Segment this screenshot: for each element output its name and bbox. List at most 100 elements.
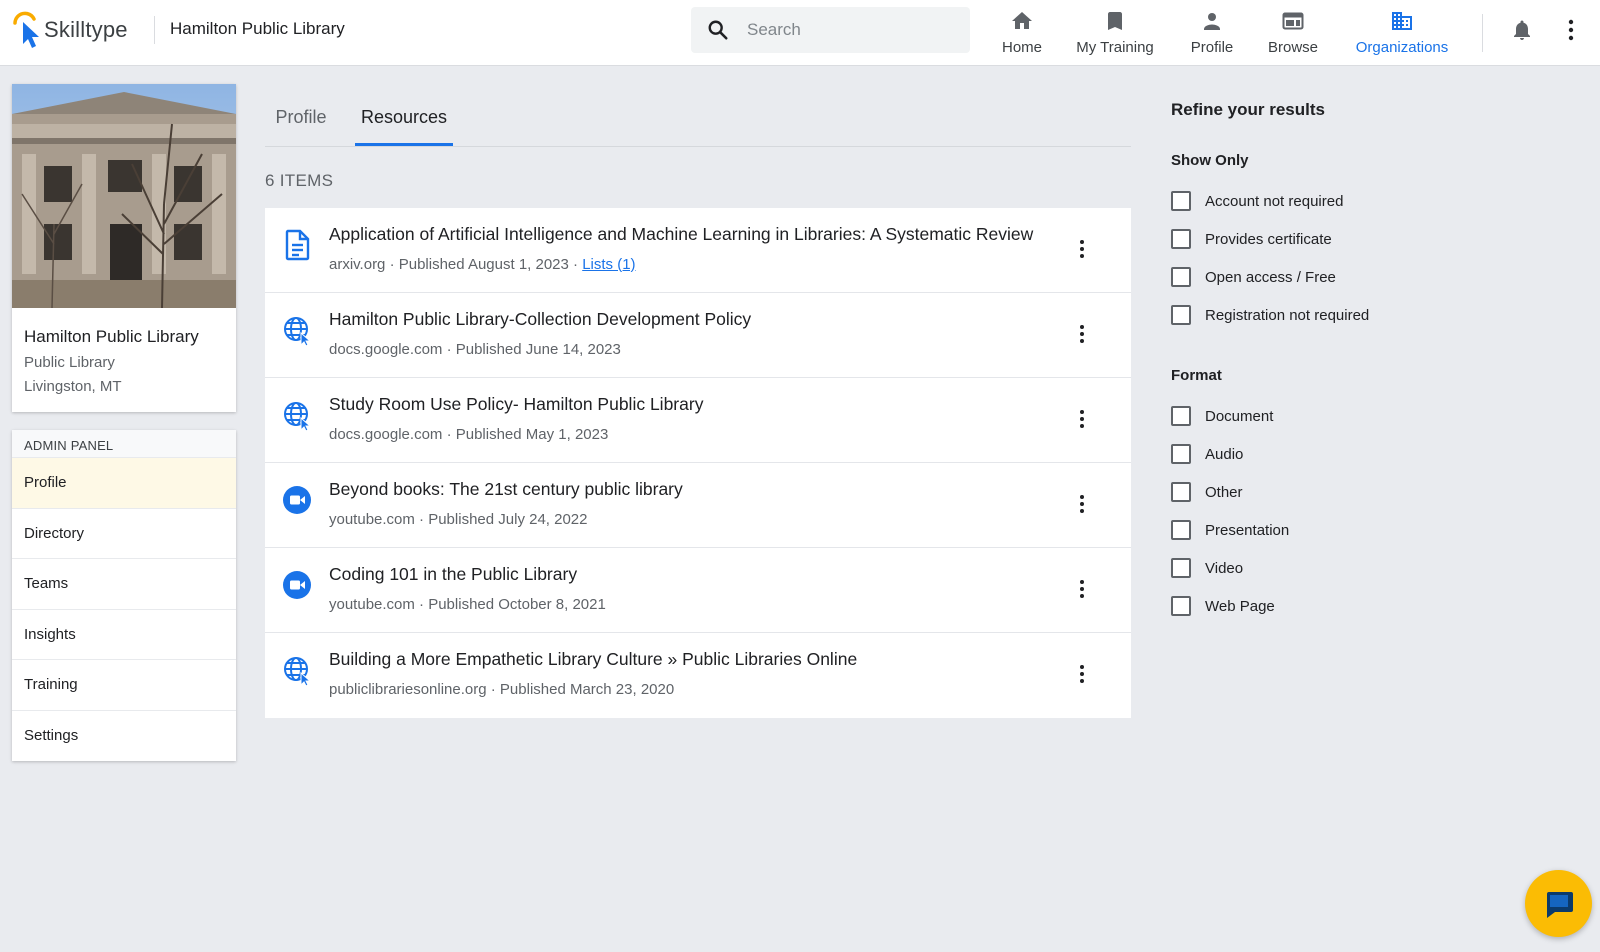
filter-format-other[interactable]: Other [1171, 481, 1243, 503]
search-box[interactable] [691, 7, 970, 53]
nav-home-label: Home [1001, 39, 1042, 56]
top-bar: Skilltype Hamilton Public Library Home M… [0, 0, 1600, 66]
notifications-bell-icon[interactable] [1510, 18, 1534, 42]
filter-format-web-page[interactable]: Web Page [1171, 595, 1275, 617]
chat-button[interactable] [1525, 870, 1592, 937]
checkbox[interactable] [1171, 558, 1191, 578]
admin-item-teams[interactable]: Teams [12, 559, 236, 610]
checkbox[interactable] [1171, 482, 1191, 502]
lists-link[interactable]: Lists (1) [582, 256, 635, 273]
filter-format-audio[interactable]: Audio [1171, 443, 1243, 465]
more-options-icon[interactable] [1566, 18, 1576, 42]
checkbox[interactable] [1171, 305, 1191, 325]
resource-title[interactable]: Building a More Empathetic Library Cultu… [329, 649, 857, 670]
video-icon [283, 486, 311, 514]
checkbox[interactable] [1171, 520, 1191, 540]
skilltype-logo-icon [12, 10, 42, 50]
nav-profile-label: Profile [1190, 39, 1234, 56]
filter-label: Web Page [1205, 597, 1275, 615]
admin-item-insights[interactable]: Insights [12, 610, 236, 660]
content-tabs: Profile Resources [265, 88, 1131, 147]
filter-account-not-required[interactable]: Account not required [1171, 190, 1343, 212]
filter-label: Provides certificate [1205, 230, 1332, 248]
web-page-icon [284, 657, 311, 686]
active-tab-indicator [355, 143, 453, 146]
filter-format-video[interactable]: Video [1171, 557, 1243, 579]
more-options-icon[interactable] [1078, 663, 1086, 685]
resource-item[interactable]: Study Room Use Policy- Hamilton Public L… [265, 378, 1131, 463]
filter-label: Account not required [1205, 192, 1344, 210]
resource-title[interactable]: Application of Artificial Intelligence a… [329, 224, 1033, 245]
resource-item[interactable]: Hamilton Public Library-Collection Devel… [265, 293, 1131, 378]
admin-item-profile[interactable]: Profile [12, 458, 236, 509]
filter-label: Open access / Free [1205, 268, 1336, 286]
resource-source-date: arxiv.org · Published August 1, 2023 · [329, 256, 583, 273]
nav-organizations-label: Organizations [1355, 39, 1449, 56]
checkbox[interactable] [1171, 596, 1191, 616]
admin-panel: ADMIN PANEL Profile Directory Teams Insi… [12, 430, 236, 761]
brand-name: Skilltype [44, 17, 128, 42]
filter-registration-not-required[interactable]: Registration not required [1171, 304, 1369, 326]
format-heading: Format [1171, 367, 1222, 384]
admin-item-training[interactable]: Training [12, 660, 236, 711]
admin-item-settings[interactable]: Settings [12, 711, 236, 762]
resource-item[interactable]: Coding 101 in the Public Library youtube… [265, 548, 1131, 633]
results-count: 6 ITEMS [265, 171, 334, 190]
checkbox[interactable] [1171, 229, 1191, 249]
search-icon [708, 20, 728, 40]
more-options-icon[interactable] [1078, 238, 1086, 260]
resource-meta: youtube.com · Published July 24, 2022 [329, 511, 588, 528]
browse-icon [1282, 12, 1304, 30]
more-options-icon[interactable] [1078, 323, 1086, 345]
more-options-icon[interactable] [1078, 493, 1086, 515]
nav-my-training[interactable]: My Training [1070, 7, 1160, 59]
nav-profile[interactable]: Profile [1186, 7, 1238, 59]
admin-item-directory[interactable]: Directory [12, 509, 236, 559]
more-options-icon[interactable] [1078, 408, 1086, 430]
resource-item[interactable]: Application of Artificial Intelligence a… [265, 208, 1131, 293]
more-options-icon[interactable] [1078, 578, 1086, 600]
organization-icon [1392, 12, 1412, 30]
nav-home[interactable]: Home [997, 7, 1047, 59]
chat-bubble-icon [1546, 891, 1573, 918]
tab-resources[interactable]: Resources [355, 88, 453, 147]
resource-title[interactable]: Hamilton Public Library-Collection Devel… [329, 309, 751, 330]
resource-meta: docs.google.com · Published June 14, 202… [329, 341, 621, 358]
search-input[interactable] [747, 20, 947, 40]
checkbox[interactable] [1171, 267, 1191, 287]
nav-organizations[interactable]: Organizations [1352, 7, 1452, 59]
brand-logo-link[interactable]: Skilltype [12, 10, 128, 50]
filter-format-presentation[interactable]: Presentation [1171, 519, 1289, 541]
nav-divider [1482, 14, 1483, 52]
web-page-icon [284, 402, 311, 431]
filter-label: Document [1205, 407, 1274, 425]
resource-title[interactable]: Study Room Use Policy- Hamilton Public L… [329, 394, 703, 415]
home-icon [1012, 12, 1032, 29]
video-icon [283, 571, 311, 599]
organization-card: Hamilton Public Library Public Library L… [12, 84, 236, 412]
resource-meta: publiclibrariesonline.org · Published Ma… [329, 681, 675, 698]
resource-title[interactable]: Coding 101 in the Public Library [329, 564, 577, 585]
document-icon [285, 229, 310, 261]
checkbox[interactable] [1171, 191, 1191, 211]
filter-provides-certificate[interactable]: Provides certificate [1171, 228, 1332, 250]
brand-divider [154, 16, 155, 44]
resource-item[interactable]: Beyond books: The 21st century public li… [265, 463, 1131, 548]
organization-photo [12, 84, 236, 308]
nav-browse[interactable]: Browse [1265, 7, 1321, 59]
checkbox[interactable] [1171, 444, 1191, 464]
resource-meta: docs.google.com · Published May 1, 2023 [329, 426, 609, 443]
organization-name: Hamilton Public Library [24, 327, 199, 346]
filters-title: Refine your results [1171, 100, 1325, 119]
tab-profile[interactable]: Profile [265, 88, 337, 147]
checkbox[interactable] [1171, 406, 1191, 426]
organization-type: Public Library [24, 354, 115, 371]
nav-my-training-label: My Training [1076, 39, 1154, 56]
nav-browse-label: Browse [1267, 39, 1319, 56]
filter-open-access-free[interactable]: Open access / Free [1171, 266, 1336, 288]
resource-item[interactable]: Building a More Empathetic Library Cultu… [265, 633, 1131, 718]
resource-title[interactable]: Beyond books: The 21st century public li… [329, 479, 683, 500]
filter-label: Video [1205, 559, 1244, 577]
filter-format-document[interactable]: Document [1171, 405, 1273, 427]
show-only-heading: Show Only [1171, 152, 1249, 169]
